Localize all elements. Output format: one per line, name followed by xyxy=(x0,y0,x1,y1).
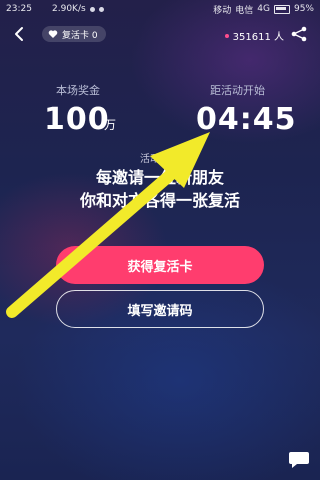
top-bar: 复活卡 0 351611 人 xyxy=(0,20,320,48)
get-revive-card-button[interactable]: 获得复活卡 xyxy=(56,246,264,284)
share-icon[interactable] xyxy=(290,25,308,43)
revive-card-pill[interactable]: 复活卡 0 xyxy=(42,26,106,42)
rules-line-2: 你和对方各得一张复活 xyxy=(79,191,240,210)
prize-amount: 100 xyxy=(44,102,110,137)
status-right-info: 移动 电信 4G 95% xyxy=(213,3,314,16)
online-dot-icon xyxy=(224,33,229,38)
heart-icon xyxy=(48,30,58,38)
countdown-timer: 04:45 xyxy=(196,102,297,137)
back-icon[interactable] xyxy=(12,26,28,42)
annotation-arrow-icon xyxy=(6,132,210,318)
network-speed: 2.90K/s xyxy=(52,4,86,14)
prize-label: 本场奖金 xyxy=(56,84,100,97)
status-left-info: 2.90K/s xyxy=(52,4,104,14)
app-notification-icon xyxy=(98,6,104,12)
enter-invite-code-button[interactable]: 填写邀请码 xyxy=(56,290,264,328)
battery-level: 95% xyxy=(293,4,314,14)
network-type: 4G xyxy=(257,4,270,14)
revive-card-label: 复活卡 0 xyxy=(62,30,98,41)
rules-title: 活动规则 xyxy=(140,154,180,165)
status-bar: 23:25 2.90K/s 移动 电信 4G 95% xyxy=(0,0,320,18)
prize-unit: 万 xyxy=(104,118,117,132)
online-count: 351611 人 xyxy=(224,28,284,43)
rules-line-1: 每邀请一位新朋友 xyxy=(95,168,224,187)
carrier-2: 电信 xyxy=(235,5,254,16)
battery-icon xyxy=(273,4,290,14)
status-time: 23:25 xyxy=(6,4,32,14)
online-count-text: 351611 人 xyxy=(232,32,284,43)
countdown-label: 距活动开始 xyxy=(210,84,265,97)
chat-icon[interactable] xyxy=(288,450,310,470)
carrier-1: 移动 xyxy=(213,5,232,16)
notification-icon xyxy=(89,6,95,12)
